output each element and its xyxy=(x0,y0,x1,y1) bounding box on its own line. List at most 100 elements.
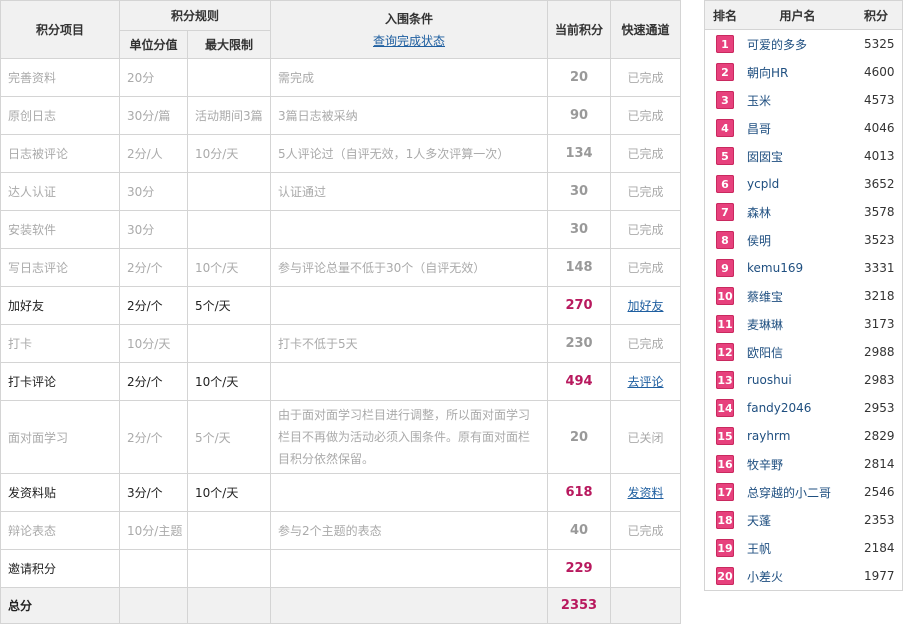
row-score: 148 xyxy=(547,248,612,287)
total-label: 总分 xyxy=(0,587,120,624)
row-unit-value: 3分/个 xyxy=(119,473,188,512)
total-score: 2353 xyxy=(547,587,612,624)
rank-badge: 4 xyxy=(716,119,734,137)
row-condition xyxy=(270,549,549,588)
ranking-score: 3578 xyxy=(864,205,895,219)
ranking-score: 2184 xyxy=(864,541,895,555)
quick-access-status: 已完成 xyxy=(627,185,664,199)
ranking-header: 排名 用户名 积分 xyxy=(705,1,902,30)
row-item: 打卡评论 xyxy=(0,362,120,401)
row-max-limit xyxy=(186,324,272,363)
ranking-row: 9 kemu169 3331 xyxy=(705,254,902,282)
quick-access-status: 已完成 xyxy=(627,524,664,538)
quick-access-status: 已完成 xyxy=(627,147,664,161)
table-row: 打卡评论 2分/个 10个/天 494 去评论 xyxy=(0,362,682,401)
ranking-username[interactable]: 牧辛野 xyxy=(745,456,850,473)
row-condition: 需完成 xyxy=(270,58,549,97)
row-quick-access: 去评论 xyxy=(610,362,682,401)
ranking-username[interactable]: 天蓬 xyxy=(745,512,850,529)
ranking-score: 4046 xyxy=(864,121,895,135)
ranking-username[interactable]: 蔡维宝 xyxy=(745,288,850,305)
ranking-username[interactable]: 囡囡宝 xyxy=(745,148,850,165)
ranking-score: 4573 xyxy=(864,93,895,107)
ranking-score: 5325 xyxy=(864,37,895,51)
row-quick-access: 加好友 xyxy=(610,286,682,325)
row-unit-value: 2分/个 xyxy=(119,248,188,287)
ranking-score: 2953 xyxy=(864,401,895,415)
table-row: 完善资料 20分 需完成 20 已完成 xyxy=(0,58,682,97)
row-condition: 5人评论过（自评无效，1人多次评算一次） xyxy=(270,134,549,173)
row-unit-value: 30分/篇 xyxy=(119,96,188,135)
row-score: 494 xyxy=(547,362,612,401)
ranking-username[interactable]: kemu169 xyxy=(745,261,850,275)
row-unit-value: 30分 xyxy=(119,210,188,249)
ranking-username[interactable]: 玉米 xyxy=(745,92,850,109)
row-quick-access: 已完成 xyxy=(610,210,682,249)
ranking-username[interactable]: 昌哥 xyxy=(745,120,850,137)
row-item: 日志被评论 xyxy=(0,134,120,173)
row-quick-access: 发资料 xyxy=(610,473,682,512)
ranking-username[interactable]: 王帆 xyxy=(745,540,850,557)
quick-access-status: 已关闭 xyxy=(627,430,664,445)
rank-badge: 10 xyxy=(716,287,734,305)
quick-access-link[interactable]: 加好友 xyxy=(628,299,664,313)
ranking-username[interactable]: 可爱的多多 xyxy=(745,36,850,53)
row-condition: 由于面对面学习栏目进行调整，所以面对面学习栏目不再做为活动必须入围条件。原有面对… xyxy=(270,400,549,474)
row-max-limit: 5个/天 xyxy=(186,400,272,474)
quick-access-link[interactable]: 去评论 xyxy=(628,375,664,389)
row-max-limit: 10个/天 xyxy=(186,473,272,512)
row-item: 面对面学习 xyxy=(0,400,120,474)
quick-access-link[interactable]: 发资料 xyxy=(628,486,664,500)
table-row: 写日志评论 2分/个 10个/天 参与评论总量不低于30个（自评无效） 148 已完成 xyxy=(0,248,682,287)
table-row: 达人认证 30分 认证通过 30 已完成 xyxy=(0,172,682,211)
quick-access-status: 已完成 xyxy=(627,337,664,351)
row-max-limit xyxy=(186,58,272,97)
header-condition-title: 入围条件 xyxy=(385,12,434,26)
ranking-row: 18 天蓬 2353 xyxy=(705,506,902,534)
rank-badge: 12 xyxy=(716,343,734,361)
ranking-score: 2983 xyxy=(864,373,895,387)
ranking-username[interactable]: rayhrm xyxy=(745,429,850,443)
ranking-row: 4 昌哥 4046 xyxy=(705,114,902,142)
ranking-username[interactable]: 朝向HR xyxy=(745,64,850,81)
rank-badge: 14 xyxy=(716,399,734,417)
row-condition xyxy=(270,286,549,325)
row-quick-access xyxy=(610,549,682,588)
row-item: 完善资料 xyxy=(0,58,120,97)
row-unit-value: 20分 xyxy=(119,58,188,97)
rank-badge: 1 xyxy=(716,35,734,53)
ranking-username[interactable]: ruoshui xyxy=(745,373,850,387)
ranking-row: 14 fandy2046 2953 xyxy=(705,394,902,422)
row-max-limit: 10个/天 xyxy=(186,248,272,287)
row-condition: 参与评论总量不低于30个（自评无效） xyxy=(270,248,549,287)
ranking-username[interactable]: 侯明 xyxy=(745,232,850,249)
header-max-limit: 最大限制 xyxy=(186,30,272,59)
row-quick-access: 已完成 xyxy=(610,96,682,135)
ranking-list: 1 可爱的多多 5325 2 朝向HR 4600 3 玉米 4573 4 昌哥 4046 5 囡囡宝 401… xyxy=(705,30,902,590)
rank-badge: 11 xyxy=(716,315,734,333)
ranking-username[interactable]: ycpld xyxy=(745,177,850,191)
ranking-username[interactable]: 森林 xyxy=(745,204,850,221)
row-quick-access: 已完成 xyxy=(610,248,682,287)
ranking-username[interactable]: fandy2046 xyxy=(745,401,850,415)
row-condition xyxy=(270,210,549,249)
query-status-link[interactable]: 查询完成状态 xyxy=(373,34,445,48)
ranking-username[interactable]: 麦琳琳 xyxy=(745,316,850,333)
ranking-username[interactable]: 总穿越的小二哥 xyxy=(745,484,850,501)
ranking-score: 2829 xyxy=(864,429,895,443)
rank-badge: 16 xyxy=(716,455,734,473)
ranking-row: 12 欧阳信 2988 xyxy=(705,338,902,366)
row-item: 邀请积分 xyxy=(0,549,120,588)
row-item: 发资料贴 xyxy=(0,473,120,512)
row-score: 230 xyxy=(547,324,612,363)
ranking-username[interactable]: 欧阳信 xyxy=(745,344,850,361)
ranking-row: 15 rayhrm 2829 xyxy=(705,422,902,450)
row-score: 30 xyxy=(547,172,612,211)
row-unit-value: 2分/个 xyxy=(119,400,188,474)
ranking-row: 17 总穿越的小二哥 2546 xyxy=(705,478,902,506)
ranking-row: 7 森林 3578 xyxy=(705,198,902,226)
ranking-header-rank: 排名 xyxy=(712,8,737,23)
ranking-score: 2546 xyxy=(864,485,895,499)
ranking-username[interactable]: 小差火 xyxy=(745,568,850,585)
ranking-row: 6 ycpld 3652 xyxy=(705,170,902,198)
